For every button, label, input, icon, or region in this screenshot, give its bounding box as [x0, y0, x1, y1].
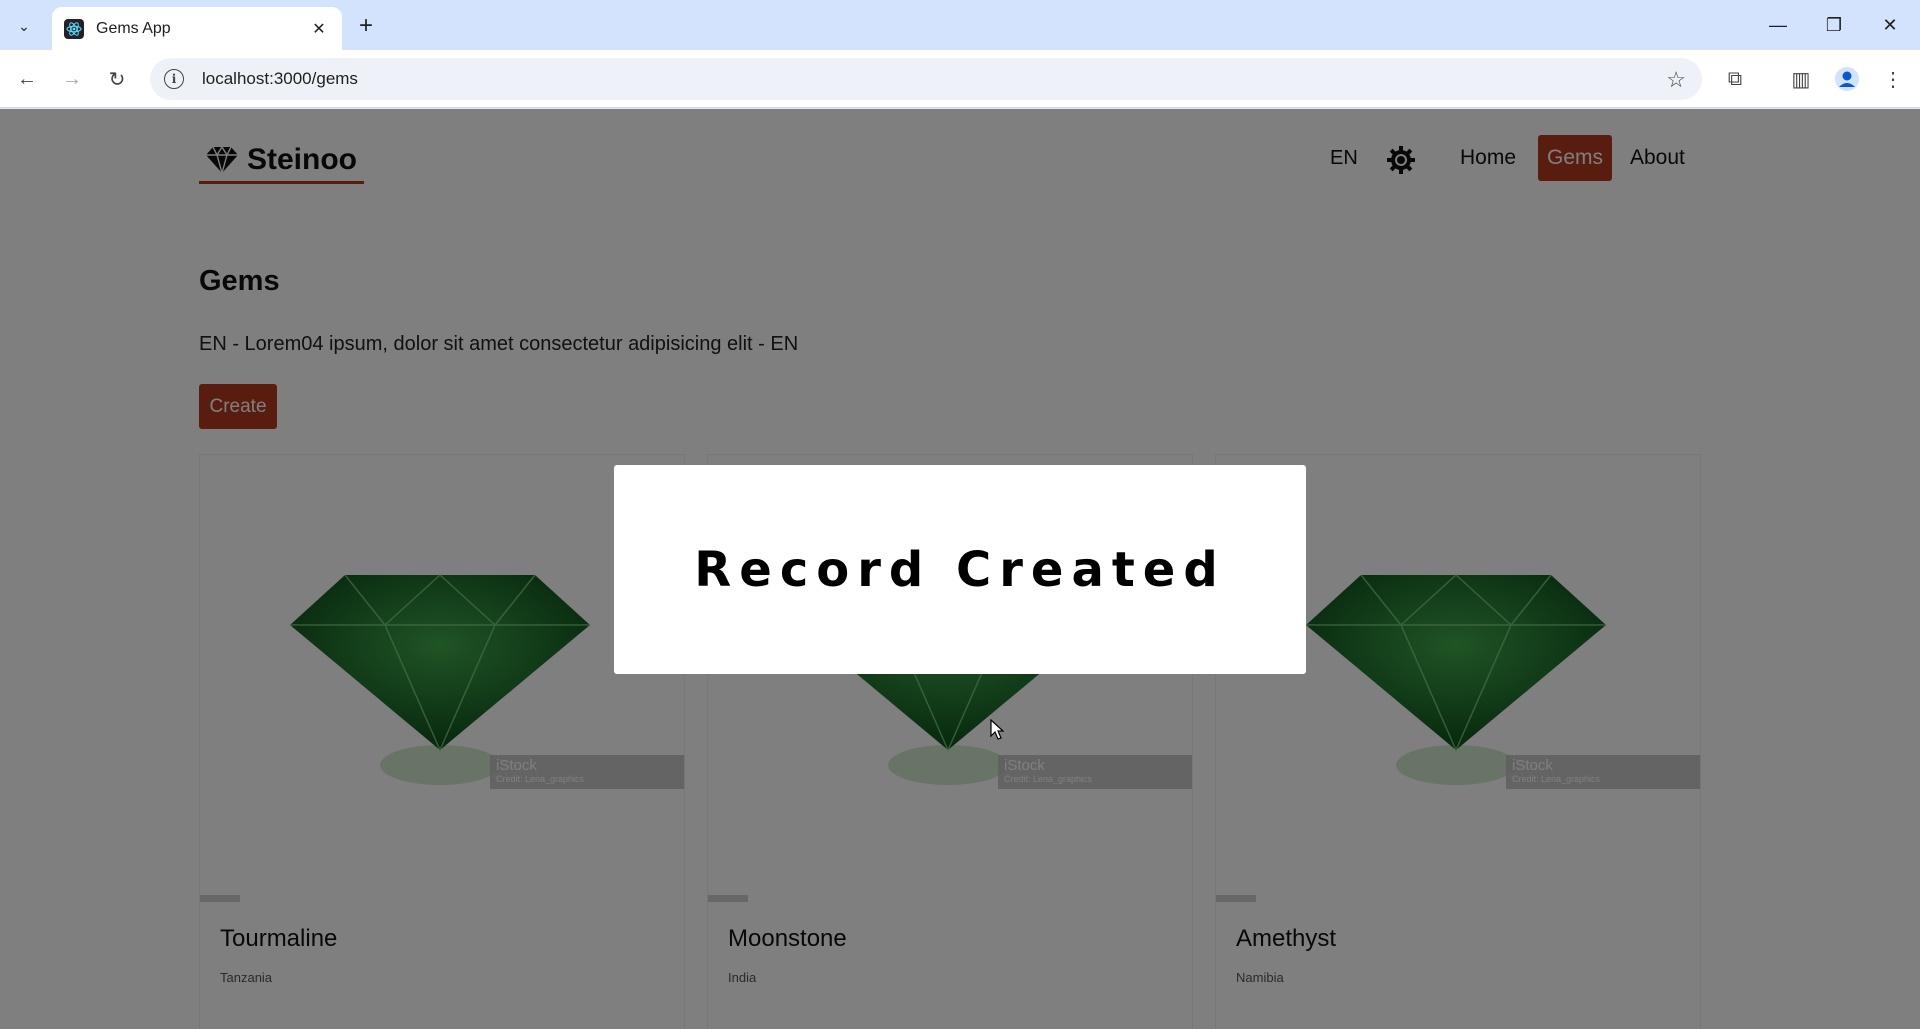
minimize-icon[interactable]: — — [1750, 0, 1806, 50]
address-bar[interactable]: i localhost:3000/gems ☆ — [150, 58, 1702, 100]
side-panel-icon[interactable]: ▥ — [1784, 62, 1818, 96]
tab-close-icon[interactable]: ✕ — [308, 18, 330, 40]
tab-title: Gems App — [96, 19, 171, 37]
browser-toolbar: ← → ↻ i localhost:3000/gems ☆ ⧉ ▥ ⋮ — [0, 50, 1920, 108]
browser-menu-icon[interactable]: ⋮ — [1876, 62, 1910, 96]
extensions-icon[interactable]: ⧉ — [1718, 62, 1752, 96]
tab-search-icon[interactable]: ⌄ — [10, 12, 38, 40]
close-window-icon[interactable]: ✕ — [1862, 0, 1918, 50]
page-viewport: Steinoo EN Home Gems About Gems EN - Lor… — [0, 109, 1920, 1029]
forward-icon[interactable]: → — [55, 62, 89, 96]
mouse-cursor-icon — [990, 719, 1004, 740]
react-favicon-icon — [64, 18, 84, 39]
modal-message: Record Created — [694, 541, 1226, 598]
site-info-icon[interactable]: i — [164, 69, 184, 89]
record-created-modal[interactable]: Record Created — [614, 465, 1306, 674]
new-tab-icon[interactable]: + — [352, 12, 380, 40]
profile-avatar-icon[interactable] — [1830, 62, 1864, 96]
browser-tabstrip: ⌄ Gems App ✕ + — ❐ ✕ — [0, 0, 1920, 50]
reload-icon[interactable]: ↻ — [100, 62, 134, 96]
restore-icon[interactable]: ❐ — [1806, 0, 1862, 50]
bookmark-star-icon[interactable]: ☆ — [1666, 67, 1686, 93]
url-text[interactable]: localhost:3000/gems — [202, 69, 358, 89]
browser-tab[interactable]: Gems App ✕ — [52, 7, 342, 50]
back-icon[interactable]: ← — [10, 62, 44, 96]
